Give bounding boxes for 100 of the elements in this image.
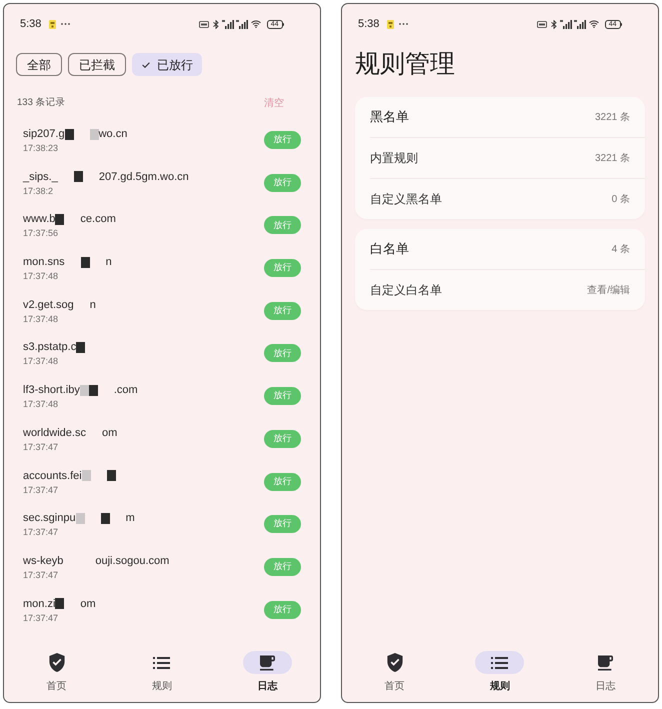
censor-block [64,128,74,140]
censor-block [55,598,64,610]
censor-block [76,342,86,353]
timestamp: 17:37:56 [23,227,60,240]
domain-text: n [90,298,96,312]
censor-block [82,470,91,481]
status-badge: 放行 [264,558,301,576]
page-title: 规则管理 [354,49,456,80]
rule-label[interactable]: 自定义白名单 [370,281,442,299]
censor-block [90,128,99,140]
domain-text: wo.cn [98,127,128,141]
timestamp: 17:37:47 [23,568,60,581]
timestamp: 17:38:2 [23,184,54,197]
notification-icon [49,20,56,28]
signal-icon [222,20,234,28]
check-icon [142,62,150,68]
domain-text: mon.sns [23,255,65,270]
rule-label[interactable]: 白名单 [370,239,409,259]
list-icon [491,656,508,668]
censor-block [80,256,90,268]
signal-icon [574,20,586,28]
vpn-icon [198,20,209,28]
status-badge: 放行 [264,600,301,619]
vpn-icon [536,20,547,28]
timestamp: 17:37:48 [23,355,60,368]
domain-text: www.b [23,212,56,226]
censor-block [88,384,98,396]
timestamp: 17:37:47 [23,526,60,538]
notification-icon [387,20,394,28]
domain-text: ce.com [80,212,116,226]
rule-label[interactable]: 自定义黑名单 [370,190,442,208]
domain-text: sip207.g [23,127,65,141]
domain-text: v2.get.sog [23,298,74,312]
rule-label[interactable]: 黑名单 [370,107,409,127]
status-badge: 放行 [264,302,301,320]
bluetooth-icon [212,20,219,28]
domain-text: .com [114,383,138,398]
nav-tab[interactable]: 首页 [4,651,110,693]
status-badge: 放行 [264,259,301,278]
censor-block [100,512,110,524]
filter-chip[interactable]: 已放行 [132,53,202,76]
domain-text: mon.zi [23,596,56,611]
status-time: 5:38 [20,17,42,31]
status-badge: 放行 [264,344,301,362]
status-badge: 放行 [264,430,301,448]
timestamp: 17:37:47 [23,612,60,624]
wifi-icon [588,20,599,28]
rule-value: 3221 条 [594,152,630,166]
nav-tab[interactable]: 日志 [214,651,320,693]
domain-text: om [80,596,96,611]
rule-value: 3221 条 [594,110,630,124]
domain-text: worldwide.sc [23,426,86,440]
domain-text: _sips._ [23,170,58,184]
nav-tab[interactable]: 规则 [447,651,553,693]
domain-text: accounts.fei [23,468,82,482]
domain-text: ouji.sogou.com [95,554,170,568]
status-badge: 放行 [264,387,301,406]
domain-text: ws-keyb [23,554,64,568]
rule-value: 4 条 [612,242,630,256]
timestamp: 17:37:48 [23,312,60,325]
censor-block [74,171,83,182]
status-time: 5:38 [358,17,380,31]
signal-icon [236,20,248,28]
filter-chip[interactable]: 全部 [16,53,62,76]
rule-value: 0 条 [612,192,630,206]
wifi-icon [250,20,261,28]
domain-text: sec.sginpu [23,511,76,526]
status-badge: 放行 [264,472,301,490]
status-badge: 放行 [264,131,301,149]
list-icon [153,656,170,668]
rule-value: 查看/编辑 [587,284,630,298]
bluetooth-icon [550,20,557,28]
domain-text: s3.pstatp.c [23,340,76,354]
shield-check-icon [48,653,65,672]
censor-block [55,214,64,225]
signal-icon [560,20,572,28]
cup-icon [260,654,275,672]
censor-block [106,470,116,481]
nav-tab[interactable]: 日志 [552,651,658,693]
record-count: 133 条记录 [17,96,66,110]
status-badge: 放行 [264,216,301,234]
censor-block [76,512,85,524]
timestamp: 17:37:48 [23,270,60,282]
nav-tab[interactable]: 规则 [109,651,215,693]
filter-chip[interactable]: 已拦截 [68,53,126,76]
domain-text: om [102,426,118,440]
timestamp: 17:38:23 [23,142,60,154]
domain-text: n [106,255,112,270]
status-badge: 放行 [264,515,301,534]
nav-tab[interactable]: 首页 [342,651,448,693]
domain-text: 207.gd.5gm.wo.cn [98,170,189,184]
rule-label[interactable]: 内置规则 [370,149,418,167]
status-badge: 放行 [264,174,301,192]
timestamp: 17:37:47 [23,484,60,496]
shield-check-icon [386,653,403,672]
domain-text: m [126,511,135,526]
domain-text: lf3-short.iby [23,383,80,398]
timestamp: 17:37:47 [23,440,60,453]
timestamp: 17:37:48 [23,398,60,410]
censor-block [80,384,89,396]
